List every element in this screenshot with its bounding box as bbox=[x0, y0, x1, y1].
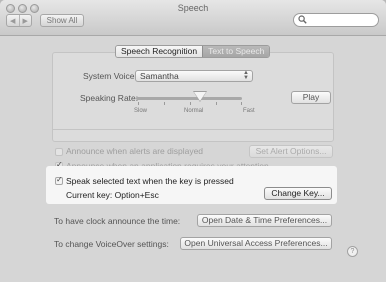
voiceover-label: To change VoiceOver settings: bbox=[54, 239, 169, 249]
play-button[interactable]: Play bbox=[291, 91, 331, 104]
open-universal-access-button[interactable]: Open Universal Access Preferences... bbox=[180, 237, 332, 250]
slider-tick bbox=[138, 102, 139, 105]
slider-tick bbox=[190, 102, 191, 105]
speak-selected-checkbox[interactable] bbox=[55, 175, 63, 185]
system-voice-value: Samantha bbox=[140, 71, 179, 81]
title-bar: Speech ◀ ▶ Show All bbox=[0, 0, 386, 36]
clock-announce-label: To have clock announce the time: bbox=[54, 216, 181, 226]
speech-preferences-window: Speech ◀ ▶ Show All Speech Recognition T… bbox=[0, 0, 386, 282]
chevron-left-icon[interactable]: ◀ bbox=[7, 15, 19, 26]
rate-mark-normal: Normal bbox=[184, 108, 204, 114]
announce-alerts-label: Announce when alerts are displayed bbox=[66, 146, 204, 156]
section-divider bbox=[52, 129, 334, 130]
speak-selected-label: Speak selected text when the key is pres… bbox=[66, 176, 234, 186]
show-all-button[interactable]: Show All bbox=[40, 14, 84, 27]
current-key-label: Current key: Option+Esc bbox=[66, 190, 159, 200]
search-field[interactable] bbox=[293, 13, 379, 27]
slider-tick bbox=[164, 102, 165, 105]
back-forward-buttons: ◀ ▶ bbox=[6, 14, 32, 27]
tab-speech-recognition[interactable]: Speech Recognition bbox=[116, 46, 203, 57]
speaking-rate-slider[interactable] bbox=[136, 97, 242, 100]
speaking-rate-label: Speaking Rate: bbox=[80, 93, 139, 103]
announce-alerts-checkbox[interactable] bbox=[55, 148, 63, 156]
window-title: Speech bbox=[177, 3, 209, 13]
slider-tick bbox=[216, 102, 217, 105]
change-key-button[interactable]: Change Key... bbox=[264, 187, 332, 200]
chevron-right-icon[interactable]: ▶ bbox=[18, 15, 32, 26]
search-icon bbox=[298, 15, 307, 26]
rate-mark-fast: Fast bbox=[243, 108, 255, 114]
help-button[interactable]: ? bbox=[347, 246, 358, 257]
slider-knob[interactable] bbox=[194, 92, 206, 101]
tab-text-to-speech[interactable]: Text to Speech bbox=[202, 46, 270, 57]
rate-mark-slow: Slow bbox=[134, 108, 148, 114]
system-voice-label: System Voice: bbox=[83, 71, 137, 81]
popup-arrows-icon: ▲ ▼ bbox=[243, 70, 249, 81]
search-input[interactable] bbox=[307, 15, 375, 25]
slider-tick bbox=[241, 102, 242, 105]
tab-bar: Speech Recognition Text to Speech bbox=[115, 45, 271, 58]
set-alert-options-button[interactable]: Set Alert Options... bbox=[249, 145, 333, 158]
open-date-time-button[interactable]: Open Date & Time Preferences... bbox=[197, 214, 332, 227]
system-voice-select[interactable]: Samantha ▲ ▼ bbox=[135, 70, 253, 82]
